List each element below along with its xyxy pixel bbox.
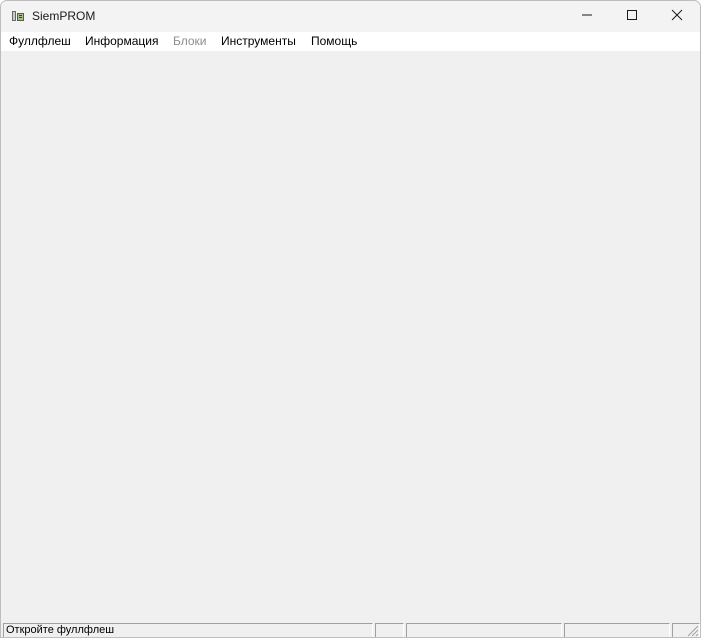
maximize-icon <box>626 8 638 26</box>
status-panel-message: Откройте фуллфлеш <box>3 623 373 637</box>
window-title: SiemPROM <box>32 9 96 23</box>
close-icon <box>671 8 683 26</box>
maximize-button[interactable] <box>609 1 655 32</box>
status-panel-3 <box>406 623 562 637</box>
menu-item-fullflash[interactable]: Фуллфлеш <box>9 34 71 48</box>
menu-bar: Фуллфлеш Информация Блоки Инструменты По… <box>1 32 700 51</box>
menu-item-blocks: Блоки <box>173 34 207 48</box>
minimize-icon <box>581 8 593 26</box>
app-window: SiemPROM Фуллфлеш Информация Блоки Инстр… <box>0 0 701 638</box>
title-bar[interactable]: SiemPROM <box>1 1 700 32</box>
status-panel-2 <box>375 623 404 637</box>
app-icon[interactable] <box>11 9 25 23</box>
menu-item-info[interactable]: Информация <box>85 34 158 48</box>
menu-item-tools[interactable]: Инструменты <box>221 34 296 48</box>
client-area <box>1 51 700 621</box>
close-button[interactable] <box>654 1 700 32</box>
status-panel-4 <box>564 623 670 637</box>
resize-grip-icon[interactable] <box>685 623 699 637</box>
minimize-button[interactable] <box>564 1 610 32</box>
menu-item-help[interactable]: Помощь <box>311 34 357 48</box>
status-bar: Откройте фуллфлеш <box>1 621 700 637</box>
